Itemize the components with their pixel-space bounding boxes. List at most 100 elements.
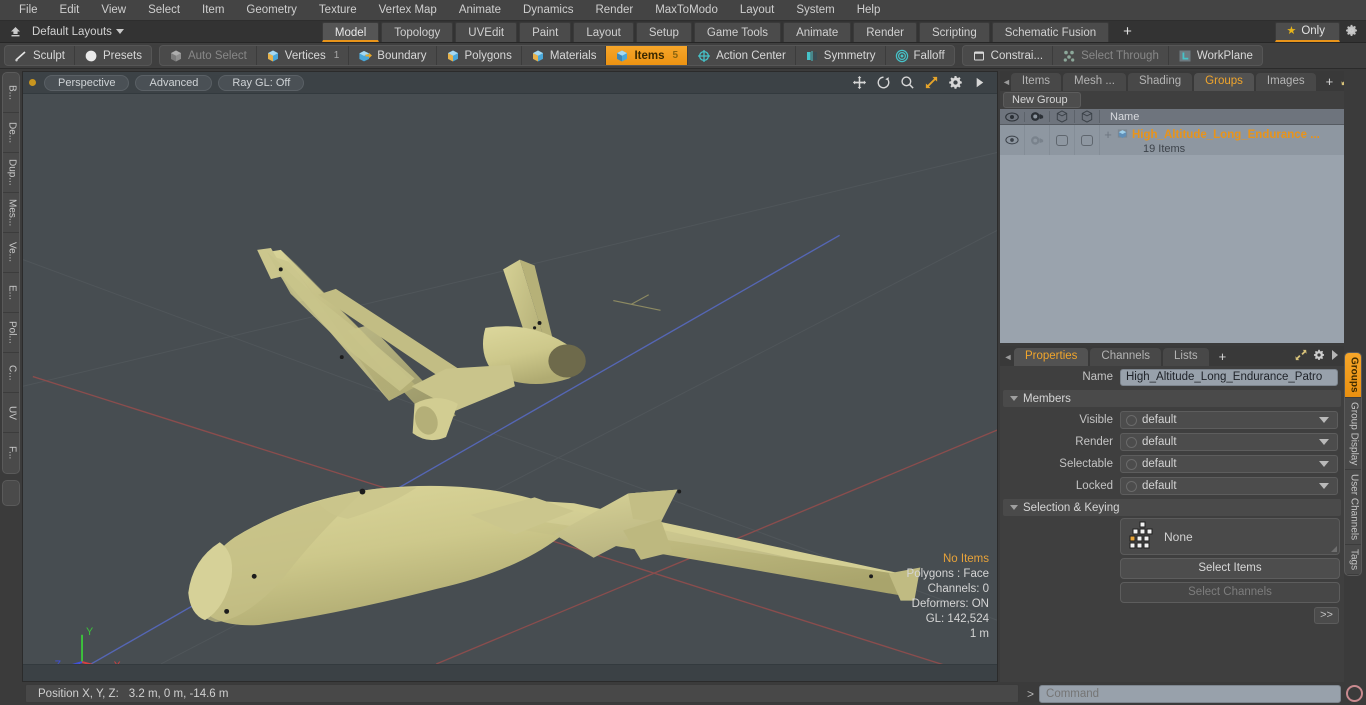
add-panel-tab-button[interactable]: + bbox=[1318, 73, 1342, 91]
toggle-dot-icon[interactable] bbox=[1126, 436, 1137, 448]
move-icon[interactable] bbox=[852, 75, 867, 90]
action-center-button[interactable]: Action Center bbox=[688, 46, 796, 65]
play-arrow-icon[interactable] bbox=[972, 75, 987, 90]
selectable-dropdown[interactable]: default bbox=[1120, 455, 1338, 473]
properties-left-arrow-icon[interactable]: ◄ bbox=[1002, 348, 1014, 366]
expand-arrows-icon[interactable] bbox=[1295, 349, 1307, 364]
layout-tab-paint[interactable]: Paint bbox=[519, 21, 572, 42]
menu-item-layout[interactable]: Layout bbox=[729, 0, 786, 21]
left-tab-curve[interactable]: C... bbox=[3, 353, 19, 393]
home-up-icon[interactable] bbox=[4, 23, 26, 41]
left-tab-mesh[interactable]: Mes... bbox=[3, 193, 19, 233]
tab-groups[interactable]: Groups bbox=[1194, 73, 1254, 91]
chevron-right-icon[interactable] bbox=[1331, 350, 1339, 363]
name-input[interactable]: High_Altitude_Long_Endurance_Patro bbox=[1120, 368, 1338, 386]
menu-item-maxtomodo[interactable]: MaxToModo bbox=[644, 0, 729, 21]
viewport-shading-button[interactable]: Advanced bbox=[135, 74, 213, 91]
row-render-checkbox[interactable] bbox=[1075, 125, 1100, 155]
only-button[interactable]: ★ Only bbox=[1275, 21, 1340, 42]
command-input[interactable] bbox=[1039, 684, 1341, 703]
rotate-icon[interactable] bbox=[876, 75, 891, 90]
workplane-button[interactable]: WorkPlane bbox=[1169, 46, 1262, 65]
layout-tab-setup[interactable]: Setup bbox=[635, 21, 692, 42]
layout-tab-uvedit[interactable]: UVEdit bbox=[455, 21, 518, 42]
layout-tab-topology[interactable]: Topology bbox=[381, 21, 454, 42]
right-tab-tags[interactable]: Tags bbox=[1345, 545, 1361, 576]
new-group-button[interactable]: New Group bbox=[1003, 92, 1081, 108]
tab-shading[interactable]: Shading bbox=[1127, 73, 1193, 91]
left-tab-uv[interactable]: UV bbox=[3, 393, 19, 433]
left-tab-edge[interactable]: E... bbox=[3, 273, 19, 313]
items-button[interactable]: Items 5 bbox=[606, 46, 689, 65]
presets-button[interactable]: Presets bbox=[75, 46, 151, 65]
tabbar-left-arrow-icon[interactable]: ◄ bbox=[1002, 73, 1011, 91]
layout-tab-render[interactable]: Render bbox=[853, 21, 917, 42]
menu-item-dynamics[interactable]: Dynamics bbox=[512, 0, 584, 21]
menu-item-file[interactable]: File bbox=[8, 0, 49, 21]
right-tab-groups[interactable]: Groups bbox=[1345, 353, 1361, 398]
layout-tab-animate[interactable]: Animate bbox=[783, 21, 852, 42]
visible-dropdown[interactable]: default bbox=[1120, 411, 1338, 429]
toggle-dot-icon[interactable] bbox=[1126, 458, 1137, 470]
tab-lists[interactable]: Lists bbox=[1163, 348, 1209, 366]
layout-tab-model[interactable]: Model bbox=[321, 21, 380, 42]
table-row[interactable]: + High_Altitude_Long_Endurance ... 19 It… bbox=[1000, 125, 1344, 155]
select-through-button[interactable]: Select Through bbox=[1053, 46, 1169, 65]
tab-items[interactable]: Items bbox=[1010, 73, 1062, 91]
row-eye-icon[interactable] bbox=[1000, 125, 1025, 155]
left-tab-extra[interactable] bbox=[2, 480, 20, 506]
vertices-button[interactable]: Vertices 1 bbox=[257, 46, 350, 65]
left-tab-duplicate[interactable]: Dup... bbox=[3, 153, 19, 193]
row-render-camera-icon[interactable] bbox=[1025, 125, 1050, 155]
left-tab-vertex[interactable]: Ve... bbox=[3, 233, 19, 273]
boundary-button[interactable]: Boundary bbox=[349, 46, 437, 65]
gear-icon[interactable] bbox=[1340, 24, 1362, 40]
menu-item-help[interactable]: Help bbox=[846, 0, 892, 21]
menu-item-select[interactable]: Select bbox=[137, 0, 191, 21]
viewport-projection-button[interactable]: Perspective bbox=[44, 74, 130, 91]
toggle-dot-icon[interactable] bbox=[1126, 414, 1137, 426]
add-properties-tab-button[interactable]: + bbox=[1211, 348, 1235, 366]
selection-keying-section-header[interactable]: Selection & Keying bbox=[1003, 499, 1341, 516]
constrain-button[interactable]: Constrai... bbox=[963, 46, 1054, 65]
materials-button[interactable]: Materials bbox=[522, 46, 607, 65]
right-tab-group-display[interactable]: Group Display bbox=[1345, 398, 1361, 470]
locked-dropdown[interactable]: default bbox=[1120, 477, 1338, 495]
toggle-dot-icon[interactable] bbox=[1126, 480, 1137, 492]
render-dropdown[interactable]: default bbox=[1120, 433, 1338, 451]
falloff-button[interactable]: Falloff bbox=[886, 46, 954, 65]
record-circle-icon[interactable] bbox=[1346, 685, 1363, 702]
layout-tab-scripting[interactable]: Scripting bbox=[918, 21, 990, 42]
menu-item-geometry[interactable]: Geometry bbox=[235, 0, 308, 21]
viewport-raygl-button[interactable]: Ray GL: Off bbox=[218, 74, 305, 91]
menu-item-vertex-map[interactable]: Vertex Map bbox=[368, 0, 448, 21]
tab-properties[interactable]: Properties bbox=[1014, 348, 1089, 366]
menu-item-edit[interactable]: Edit bbox=[49, 0, 91, 21]
zoom-magnifier-icon[interactable] bbox=[900, 75, 915, 90]
auto-select-button[interactable]: Auto Select bbox=[160, 46, 257, 65]
menu-item-system[interactable]: System bbox=[785, 0, 845, 21]
expand-toggle[interactable]: + bbox=[1103, 128, 1113, 141]
right-tab-user-channels[interactable]: User Channels bbox=[1345, 470, 1361, 546]
sculpt-button[interactable]: Sculpt bbox=[5, 46, 75, 65]
expand-more-button[interactable]: >> bbox=[1314, 607, 1339, 624]
fit-expand-icon[interactable] bbox=[924, 75, 939, 90]
select-items-button[interactable]: Select Items bbox=[1120, 558, 1340, 579]
layout-selector[interactable]: Default Layouts bbox=[26, 26, 130, 38]
left-tab-basic[interactable]: B... bbox=[3, 73, 19, 113]
members-section-header[interactable]: Members bbox=[1003, 390, 1341, 407]
menu-item-render[interactable]: Render bbox=[584, 0, 644, 21]
gear-icon[interactable] bbox=[948, 75, 963, 90]
selection-set-field[interactable]: None bbox=[1120, 518, 1340, 555]
left-tab-deform[interactable]: De... bbox=[3, 113, 19, 153]
group-list-body[interactable]: + High_Altitude_Long_Endurance ... 19 It… bbox=[1000, 125, 1344, 343]
polygons-button[interactable]: Polygons bbox=[437, 46, 522, 65]
menu-item-view[interactable]: View bbox=[90, 0, 137, 21]
left-tab-fusion[interactable]: F... bbox=[3, 433, 19, 473]
menu-item-item[interactable]: Item bbox=[191, 0, 235, 21]
row-name-cell[interactable]: + High_Altitude_Long_Endurance ... 19 It… bbox=[1100, 125, 1344, 155]
gear-icon[interactable] bbox=[1313, 349, 1325, 364]
layout-tab-game-tools[interactable]: Game Tools bbox=[693, 21, 782, 42]
tab-images[interactable]: Images bbox=[1255, 73, 1316, 91]
symmetry-button[interactable]: Symmetry bbox=[796, 46, 886, 65]
